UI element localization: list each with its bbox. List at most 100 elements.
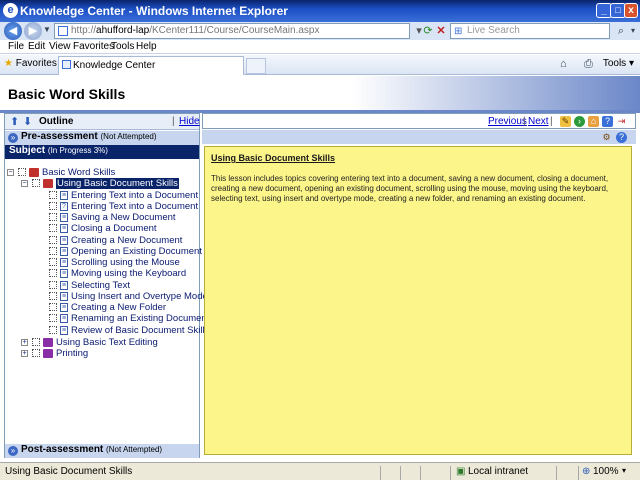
tree-topic[interactable]: ≡ Creating a New Folder	[49, 302, 166, 313]
tree-checkbox	[49, 314, 57, 323]
settings-icon[interactable]: ⚙	[601, 132, 612, 143]
tab-bar: ★ Favorites Knowledge Center ⌂ ⎙ Tools ▾	[0, 55, 640, 75]
tree-topic[interactable]: ≡ Saving a New Document	[49, 212, 176, 223]
tree-checkbox	[32, 349, 40, 358]
menu-edit[interactable]: Edit	[28, 41, 45, 52]
window-title: Knowledge Center - Windows Internet Expl…	[20, 4, 288, 18]
document-icon: ≡	[60, 280, 68, 290]
menu-file[interactable]: File	[8, 41, 24, 52]
favorites-label: Favorites	[15, 58, 57, 69]
document-icon: ≡	[60, 291, 68, 301]
pre-assessment-row[interactable]: » Pre-assessment (Not Attempted)	[5, 131, 199, 145]
document-icon: ≡	[60, 302, 68, 312]
tree-checkbox	[32, 338, 40, 347]
menu-view[interactable]: View	[49, 41, 71, 52]
tree-topic[interactable]: ? Entering Text into a Document	[49, 201, 198, 212]
intranet-icon: ▣	[456, 466, 466, 477]
address-input[interactable]: http://ahufford-lap/KCenter111/Course/Co…	[54, 23, 410, 39]
zone-label: Local intranet	[468, 466, 529, 477]
tree-lesson-selected[interactable]: − Using Basic Document Skills	[21, 178, 179, 189]
book-icon	[43, 337, 53, 347]
page-icon	[58, 26, 68, 36]
subject-status: (In Progress 3%)	[47, 146, 108, 155]
subject-row[interactable]: Subject (In Progress 3%)	[5, 145, 199, 159]
favorites-button[interactable]: ★ Favorites	[4, 58, 57, 69]
note-icon[interactable]: ✎	[560, 116, 571, 127]
nav-separator: |	[523, 116, 526, 127]
tree-checkbox	[18, 168, 26, 177]
lesson-content: Using Basic Document Skills This lesson …	[204, 146, 632, 455]
status-divider	[450, 466, 451, 480]
collapse-toggle[interactable]: −	[7, 168, 14, 176]
expand-toggle[interactable]: +	[21, 338, 28, 346]
lesson-description: This lesson includes topics covering ent…	[211, 174, 609, 203]
home-icon[interactable]: ⌂	[560, 58, 567, 70]
tree-topic[interactable]: ≡ Using Insert and Overtype Mode	[49, 291, 208, 302]
info-help-icon[interactable]: ?	[616, 132, 627, 143]
tree-topic[interactable]: ≡ Opening an Existing Document	[49, 246, 202, 257]
menu-bar: File Edit View Favorites Tools Help	[0, 40, 640, 54]
menu-help[interactable]: Help	[136, 41, 157, 52]
hide-link[interactable]: Hide	[179, 116, 200, 127]
outline-pane: ⬆ ⬇ Outline | Hide » Pre-assessment (Not …	[4, 113, 209, 458]
document-icon: ≡	[60, 212, 68, 222]
nav-separator: |	[550, 116, 553, 127]
previous-link[interactable]: Previous	[488, 116, 527, 127]
tree-topic[interactable]: ≡ Entering Text into a Document	[49, 190, 198, 201]
tools-label: Tools	[602, 58, 627, 69]
zoom-level[interactable]: 100%	[593, 466, 619, 477]
search-options-icon[interactable]: ▾	[626, 24, 640, 38]
outline-separator: |	[172, 116, 175, 127]
tree-topic[interactable]: ≡ Closing a Document	[49, 223, 157, 234]
tree-checkbox	[49, 281, 57, 290]
tree-topic[interactable]: ≡ Review of Basic Document Skills	[49, 325, 209, 336]
tree-topic[interactable]: ≡ Scrolling using the Mouse	[49, 257, 180, 268]
tree-checkbox	[49, 292, 57, 301]
pre-assessment-label: Pre-assessment	[21, 131, 98, 142]
arrow-down-icon[interactable]: ⬇	[23, 115, 32, 128]
tree-topic[interactable]: ≡ Selecting Text	[49, 280, 130, 291]
tools-button[interactable]: Tools ▾	[603, 58, 634, 69]
search-input[interactable]: ⊞ Live Search	[450, 23, 610, 39]
print-icon[interactable]: ⎙	[584, 58, 593, 71]
tree-lesson[interactable]: + Printing	[21, 348, 88, 359]
go-icon[interactable]: ›	[574, 116, 585, 127]
zoom-dropdown-icon[interactable]: ▾	[622, 466, 626, 475]
tree-topic[interactable]: ≡ Moving using the Keyboard	[49, 268, 186, 279]
post-assessment-row[interactable]: » Post-assessment (Not Attempted)	[5, 444, 199, 458]
content-subtoolbar: ⚙ ?	[202, 130, 636, 144]
pre-assessment-icon: »	[8, 133, 18, 143]
document-icon: ≡	[60, 190, 68, 200]
home-icon[interactable]: ⌂	[588, 116, 599, 127]
tab-page-icon	[62, 60, 71, 69]
post-assessment-label: Post-assessment	[21, 444, 104, 455]
menu-favorites[interactable]: Favorites	[73, 41, 114, 52]
status-divider	[400, 466, 401, 480]
back-button[interactable]: ◀	[4, 22, 22, 40]
help-icon[interactable]: ?	[602, 116, 613, 127]
status-divider	[578, 466, 579, 480]
history-dropdown-icon[interactable]: ▼	[43, 25, 51, 34]
close-button[interactable]: x	[624, 3, 638, 18]
menu-tools[interactable]: Tools	[111, 41, 134, 52]
page-title: Basic Word Skills	[8, 86, 126, 102]
tree-root[interactable]: − Basic Word Skills	[7, 167, 115, 178]
refresh-icon[interactable]: ⟳	[421, 24, 435, 38]
pre-assessment-status: (Not Attempted)	[100, 132, 157, 141]
content-toolbar: Previous | Next | ✎ › ⌂ ? ⇥	[202, 113, 636, 129]
forward-button[interactable]: ▶	[24, 22, 42, 40]
tree-topic[interactable]: ≡ Creating a New Document	[49, 235, 182, 246]
collapse-toggle[interactable]: −	[21, 179, 28, 187]
exit-icon[interactable]: ⇥	[616, 116, 627, 127]
expand-toggle[interactable]: +	[21, 349, 28, 357]
new-tab-button[interactable]	[246, 58, 266, 74]
stop-icon[interactable]: ✕	[434, 24, 448, 38]
next-link[interactable]: Next	[528, 116, 549, 127]
tree-lesson[interactable]: + Using Basic Text Editing	[21, 337, 158, 348]
tab-label: Knowledge Center	[73, 60, 156, 71]
tab-knowledge-center[interactable]: Knowledge Center	[58, 56, 244, 75]
arrow-up-icon[interactable]: ⬆	[10, 115, 19, 128]
status-text: Using Basic Document Skills	[5, 466, 133, 477]
tree-topic[interactable]: ≡ Renaming an Existing Document	[49, 313, 209, 324]
window-title-bar[interactable]: e Knowledge Center - Windows Internet Ex…	[0, 0, 640, 22]
